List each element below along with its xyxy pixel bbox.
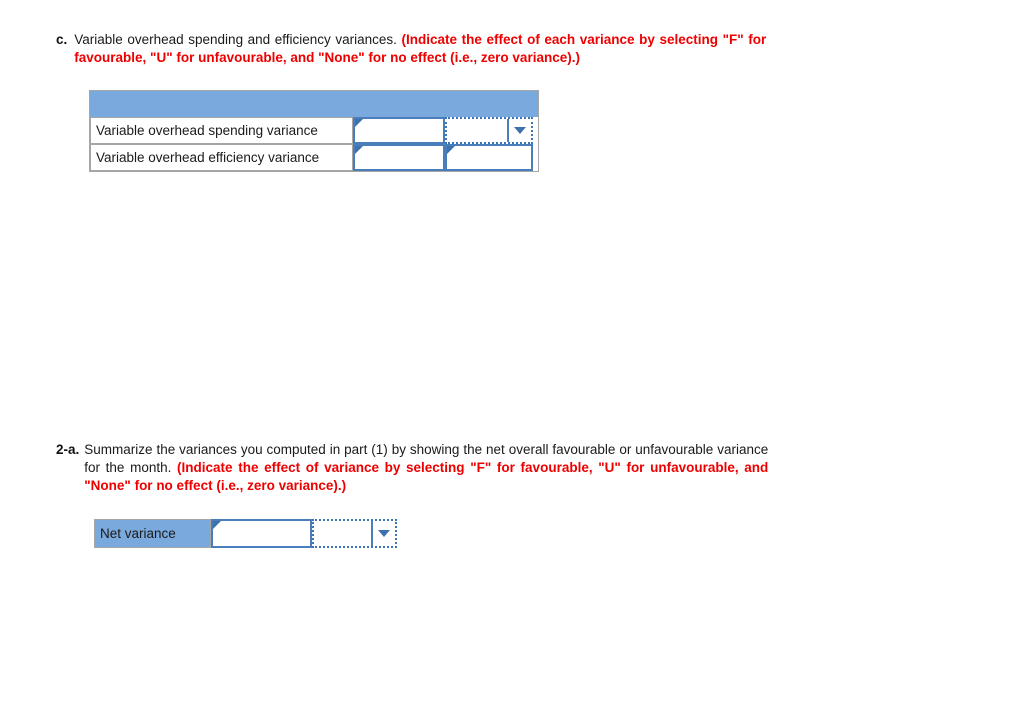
question-body-c: Variable overhead spending and efficienc… <box>74 32 402 47</box>
question-label-2a: 2-a. <box>56 442 80 457</box>
variance-table: Variable overhead spending variance Vari… <box>89 90 539 172</box>
chevron-down-icon <box>514 127 526 134</box>
variance-amount-input-spending[interactable] <box>353 117 445 144</box>
question-hint-2a: (Indicate the effect of variance by sele… <box>84 460 769 493</box>
table-row: Variable overhead spending variance <box>90 117 538 144</box>
question-text-c: Variable overhead spending and efficienc… <box>74 31 766 67</box>
net-variance-table: Net variance <box>94 519 397 548</box>
variance-amount-input-efficiency[interactable] <box>353 144 445 171</box>
variance-row-label-efficiency: Variable overhead efficiency variance <box>90 144 353 171</box>
net-variance-effect-value[interactable] <box>314 521 373 546</box>
net-variance-amount-input[interactable] <box>211 519 312 548</box>
table-row: Net variance <box>94 519 397 548</box>
variance-effect-dropdown-spending[interactable] <box>445 117 533 144</box>
net-variance-effect-dropdown-button[interactable] <box>373 521 395 546</box>
variance-table-header-row <box>90 91 538 117</box>
question-block-2a: 2-a. Summarize the variances you compute… <box>56 441 770 495</box>
question-text-2a: Summarize the variances you computed in … <box>84 441 768 495</box>
variance-effect-input-efficiency[interactable] <box>445 144 533 171</box>
variance-table-header-cell <box>90 91 538 117</box>
chevron-down-icon <box>378 530 390 537</box>
table-row: Variable overhead efficiency variance <box>90 144 538 171</box>
variance-effect-value-spending[interactable] <box>447 119 509 142</box>
net-variance-effect-dropdown[interactable] <box>312 519 397 548</box>
variance-row-label-spending: Variable overhead spending variance <box>90 117 353 144</box>
question-label-c: c. <box>56 32 68 47</box>
question-block-c: c. Variable overhead spending and effici… <box>56 31 770 67</box>
net-variance-row-label: Net variance <box>94 519 211 548</box>
variance-effect-dropdown-button-spending[interactable] <box>509 119 531 142</box>
